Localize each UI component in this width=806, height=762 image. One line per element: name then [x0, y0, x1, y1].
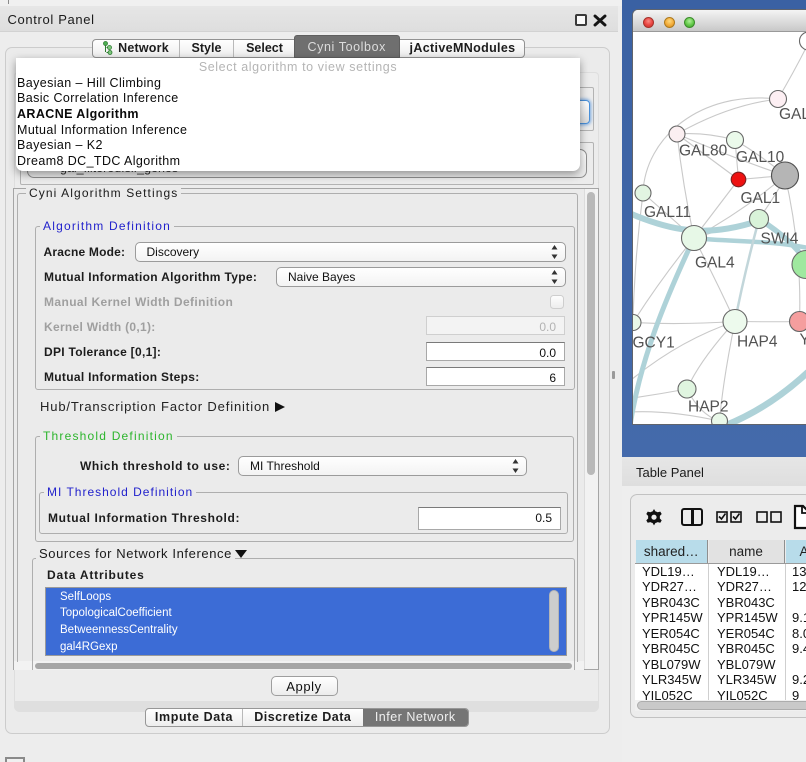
- svg-text:GCY1: GCY1: [633, 335, 675, 352]
- svg-text:GAL10: GAL10: [736, 149, 785, 166]
- svg-text:HAP2: HAP2: [688, 399, 729, 416]
- svg-text:SWI4: SWI4: [761, 231, 799, 248]
- svg-text:Y: Y: [800, 332, 806, 349]
- svg-text:HAP4: HAP4: [737, 334, 778, 351]
- svg-text:GAL2: GAL2: [779, 106, 806, 123]
- svg-text:GAL4: GAL4: [695, 255, 735, 272]
- svg-text:GAL80: GAL80: [679, 143, 728, 160]
- svg-text:GAL11: GAL11: [644, 204, 691, 221]
- svg-text:GAL1: GAL1: [741, 190, 781, 207]
